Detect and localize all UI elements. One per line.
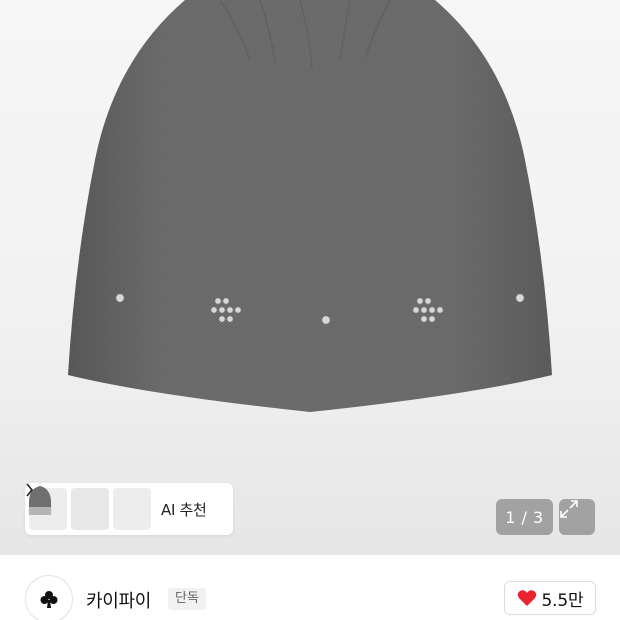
expand-button[interactable] <box>559 499 595 535</box>
product-detail-page: AI 추천 1 / 3 카이파이 단독 5.5만 <box>0 0 620 620</box>
like-button[interactable]: 5.5만 <box>504 581 596 615</box>
club-icon <box>40 591 58 608</box>
recommend-thumb-3[interactable] <box>28 486 151 530</box>
like-count: 5.5만 <box>541 590 584 611</box>
ai-recommend-chip[interactable]: AI 추천 <box>25 483 233 535</box>
image-pager: 1 / 3 <box>496 499 553 535</box>
expand-icon <box>560 500 578 518</box>
recommend-thumb-2[interactable] <box>28 486 109 530</box>
exclusive-badge: 단독 <box>168 588 206 610</box>
store-name[interactable]: 카이파이 <box>86 587 151 613</box>
product-image-area[interactable]: AI 추천 1 / 3 <box>0 0 620 555</box>
ai-recommend-label: AI 추천 <box>161 500 207 519</box>
heart-icon <box>517 590 536 606</box>
store-logo[interactable] <box>25 575 73 620</box>
beanie-image <box>68 0 552 412</box>
store-info-row: 카이파이 단독 5.5만 <box>0 555 620 620</box>
